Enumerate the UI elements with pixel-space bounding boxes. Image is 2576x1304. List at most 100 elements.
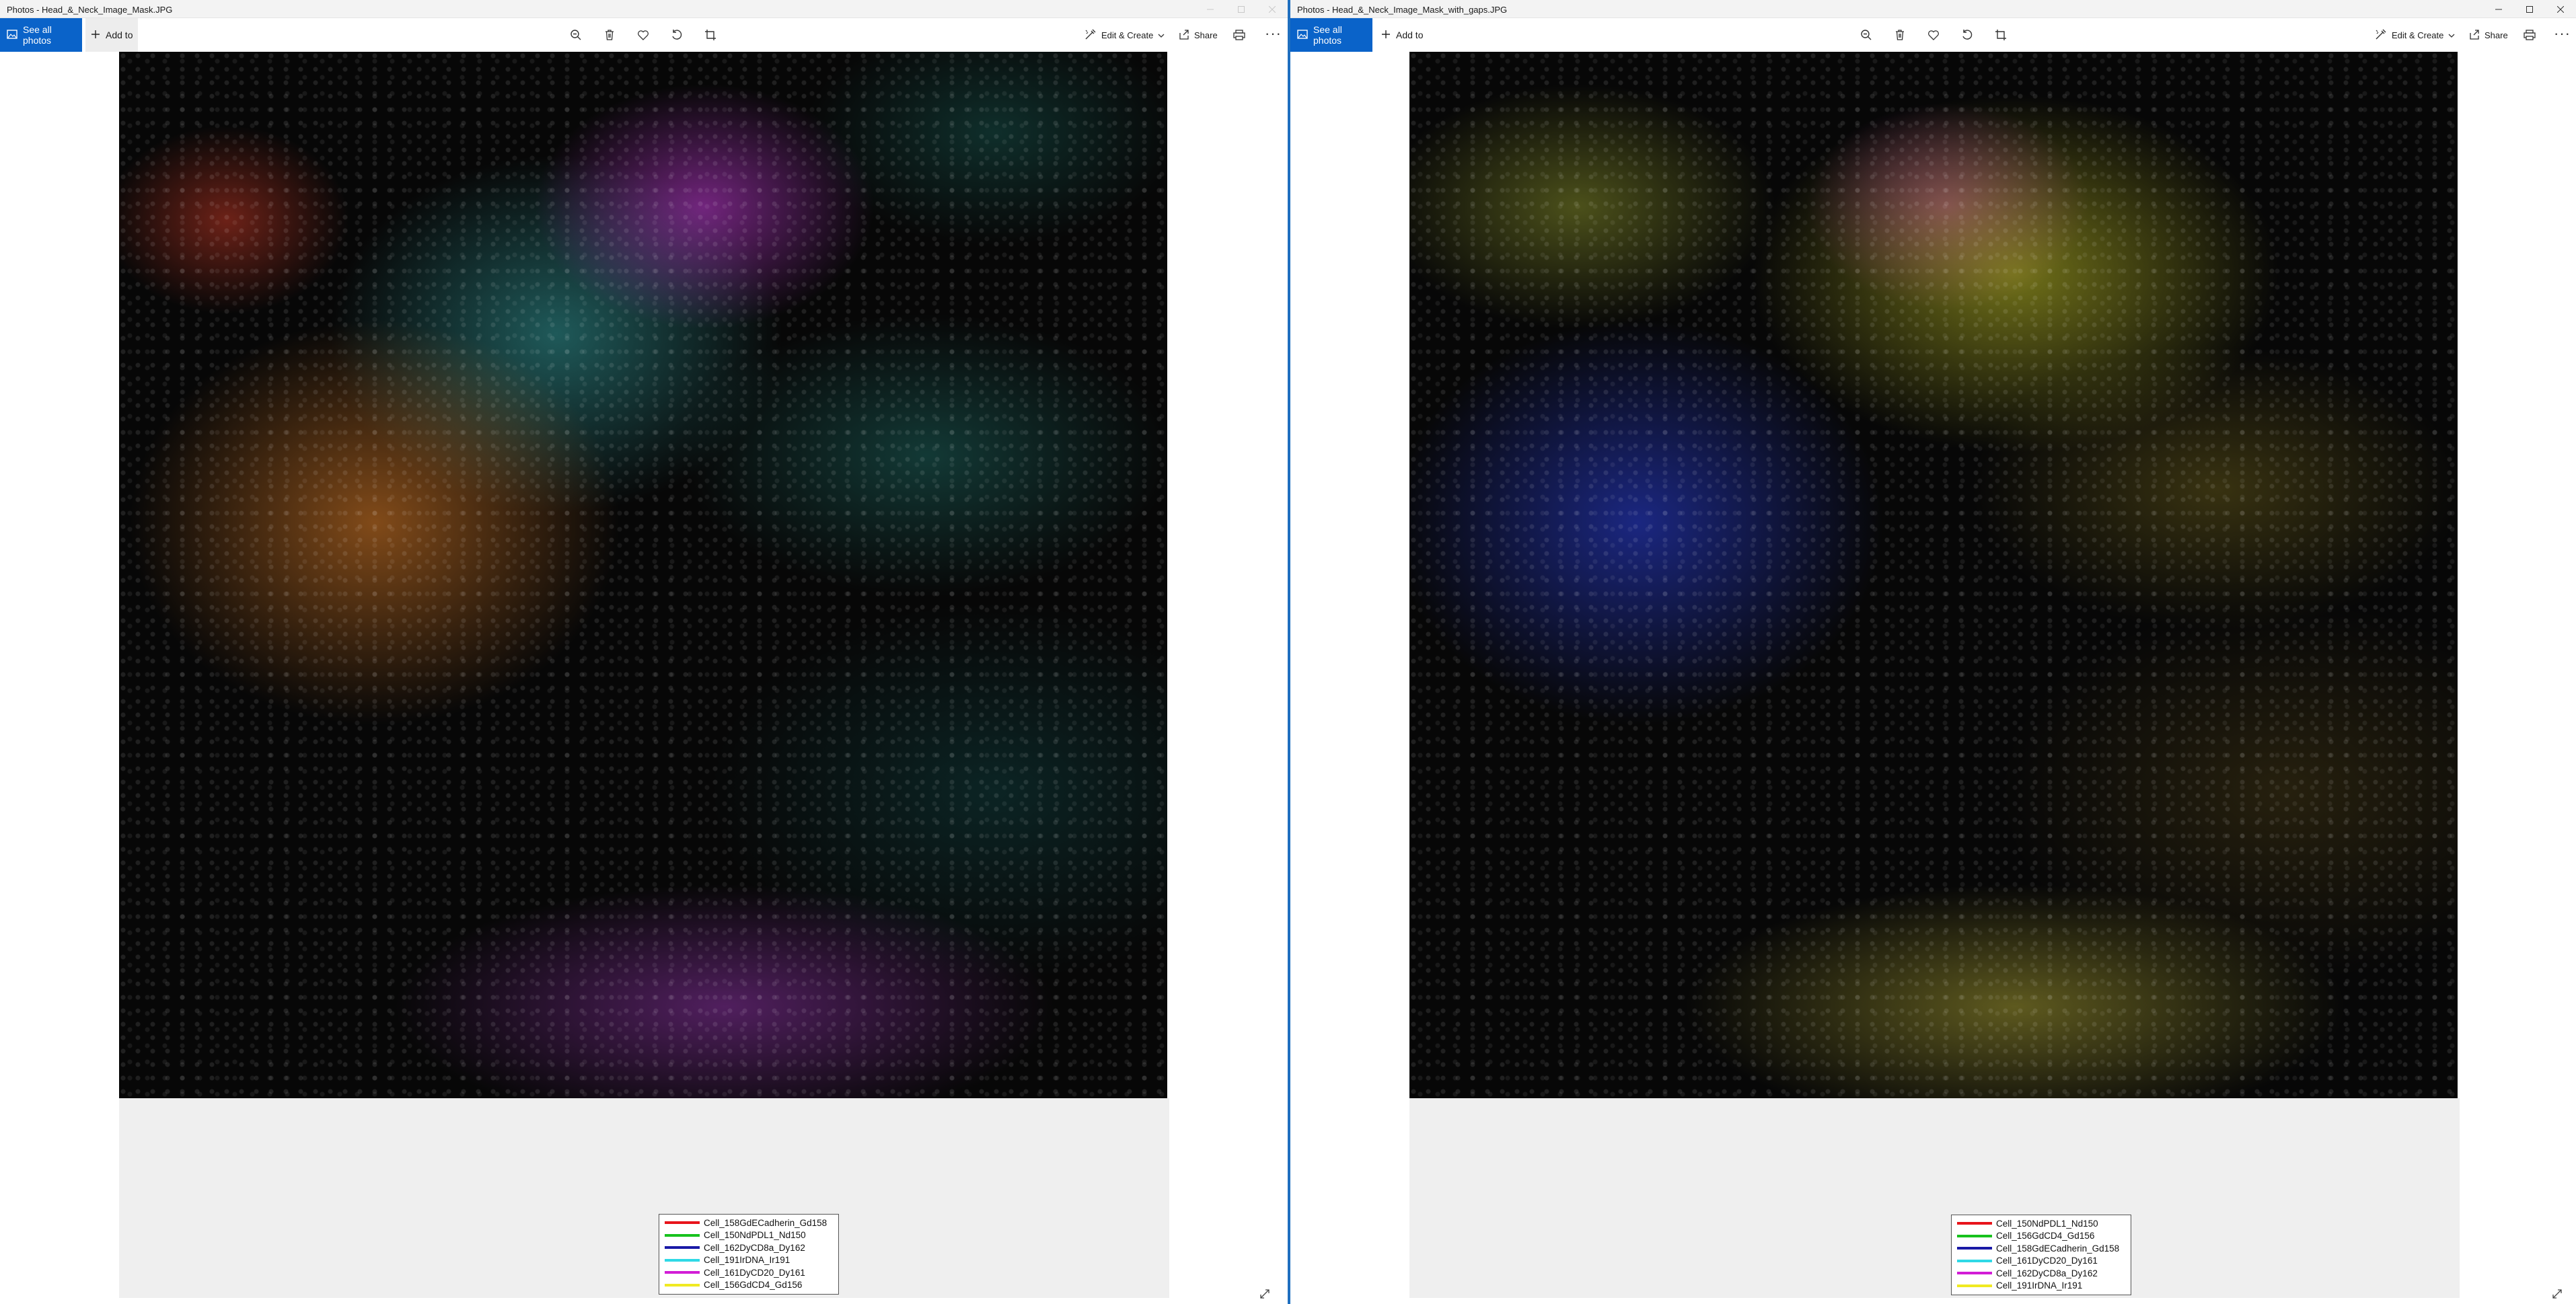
legend: Cell_150NdPDL1_Nd150 Cell_156GdCD4_Gd156… (1951, 1215, 2131, 1295)
see-all-photos-button[interactable]: See all photos (1290, 18, 1372, 52)
legend-item: Cell_158GdECadherin_Gd158 (665, 1217, 834, 1229)
legend-label: Cell_162DyCD8a_Dy162 (1996, 1268, 2098, 1278)
legend-swatch (1957, 1234, 1992, 1237)
rotate-icon[interactable] (668, 26, 686, 44)
edit-icon (1084, 28, 1097, 42)
photos-window-right: Photos - Head_&_Neck_Image_Mask_with_gap… (1290, 0, 2576, 1304)
plus-icon (1381, 30, 1391, 41)
see-all-label: See all photos (1313, 24, 1342, 46)
more-icon[interactable]: ··· (1265, 25, 1282, 42)
legend: Cell_158GdECadherin_Gd158 Cell_150NdPDL1… (659, 1214, 839, 1295)
microscopy-image[interactable] (119, 52, 1167, 1098)
window-title: Photos - Head_&_Neck_Image_Mask_with_gap… (1297, 5, 1508, 15)
image-background (1409, 1098, 2460, 1298)
legend-swatch (665, 1271, 700, 1274)
maximize-icon[interactable] (1226, 0, 1257, 18)
legend-label: Cell_150NdPDL1_Nd150 (704, 1230, 806, 1241)
photo-canvas[interactable]: Cell_158GdECadherin_Gd158 Cell_150NdPDL1… (0, 52, 1288, 1304)
legend-label: Cell_161DyCD20_Dy161 (704, 1267, 805, 1278)
legend-item: Cell_156GdCD4_Gd156 (665, 1279, 834, 1292)
legend-label: Cell_150NdPDL1_Nd150 (1996, 1218, 2098, 1229)
edit-create-label: Edit & Create (1101, 30, 1154, 40)
print-icon[interactable] (1230, 26, 1248, 44)
legend-label: Cell_162DyCD8a_Dy162 (704, 1242, 805, 1253)
legend-item: Cell_191IrDNA_Ir191 (1957, 1280, 2127, 1293)
share-label: Share (2485, 30, 2508, 40)
chevron-down-icon (1158, 30, 1165, 40)
legend-swatch (1957, 1222, 1992, 1225)
legend-label: Cell_158GdECadherin_Gd158 (1996, 1243, 2120, 1254)
photo-canvas[interactable]: Cell_150NdPDL1_Nd150 Cell_156GdCD4_Gd156… (1290, 52, 2576, 1304)
legend-item: Cell_191IrDNA_Ir191 (665, 1254, 834, 1267)
share-button[interactable]: Share (1179, 18, 1218, 52)
crop-icon[interactable] (1992, 26, 2010, 44)
legend-swatch (665, 1283, 700, 1287)
add-to-button[interactable]: Add to (85, 18, 139, 52)
legend-item: Cell_158GdECadherin_Gd158 (1957, 1242, 2127, 1255)
legend-label: Cell_158GdECadherin_Gd158 (704, 1217, 827, 1228)
legend-item: Cell_150NdPDL1_Nd150 (1957, 1217, 2127, 1230)
crop-icon[interactable] (702, 26, 719, 44)
window-title: Photos - Head_&_Neck_Image_Mask.JPG (7, 5, 173, 15)
legend-swatch (665, 1221, 700, 1225)
add-to-label: Add to (1396, 30, 1424, 40)
delete-icon[interactable] (601, 26, 618, 44)
title-bar: Photos - Head_&_Neck_Image_Mask.JPG (0, 0, 1288, 18)
legend-item: Cell_156GdCD4_Gd156 (1957, 1230, 2127, 1243)
heart-icon[interactable] (634, 26, 652, 44)
expand-icon[interactable] (2550, 1287, 2565, 1301)
legend-item: Cell_150NdPDL1_Nd150 (665, 1229, 834, 1242)
legend-label: Cell_191IrDNA_Ir191 (1996, 1280, 2083, 1291)
edit-create-button[interactable]: Edit & Create (2375, 18, 2455, 52)
title-bar: Photos - Head_&_Neck_Image_Mask_with_gap… (1290, 0, 2576, 18)
legend-label: Cell_156GdCD4_Gd156 (704, 1280, 803, 1291)
edit-icon (2375, 28, 2387, 42)
share-icon (2469, 29, 2480, 42)
rotate-icon[interactable] (1958, 26, 1976, 44)
share-button[interactable]: Share (2469, 18, 2508, 52)
share-icon (1179, 29, 1189, 42)
heart-icon[interactable] (1925, 26, 1942, 44)
legend-swatch (1957, 1284, 1992, 1287)
image-icon (7, 29, 17, 41)
legend-item: Cell_161DyCD20_Dy161 (665, 1266, 834, 1279)
toolbar: See all photos Add to Edit & Create Shar… (1290, 18, 2576, 52)
legend-swatch (1957, 1272, 1992, 1275)
close-icon[interactable] (1257, 0, 1288, 18)
zoom-icon[interactable] (567, 26, 585, 44)
edit-create-label: Edit & Create (2392, 30, 2444, 40)
share-label: Share (1194, 30, 1218, 40)
plus-icon (91, 30, 100, 41)
legend-label: Cell_161DyCD20_Dy161 (1996, 1256, 2098, 1266)
print-icon[interactable] (2521, 26, 2538, 44)
close-icon[interactable] (2545, 0, 2576, 18)
delete-icon[interactable] (1891, 26, 1909, 44)
maximize-icon[interactable] (2514, 0, 2545, 18)
chevron-down-icon (2448, 30, 2455, 40)
image-icon (1297, 29, 1308, 41)
see-all-label: See all photos (23, 24, 52, 46)
legend-swatch (1957, 1259, 1992, 1262)
legend-swatch (665, 1246, 700, 1250)
add-to-button[interactable]: Add to (1376, 18, 1429, 52)
see-all-photos-button[interactable]: See all photos (0, 18, 82, 52)
legend-swatch (1957, 1247, 1992, 1250)
legend-item: Cell_162DyCD8a_Dy162 (665, 1241, 834, 1254)
legend-item: Cell_162DyCD8a_Dy162 (1957, 1267, 2127, 1280)
add-to-label: Add to (106, 30, 133, 40)
legend-swatch (665, 1233, 700, 1237)
legend-label: Cell_191IrDNA_Ir191 (704, 1255, 790, 1266)
zoom-icon[interactable] (1857, 26, 1875, 44)
image-background (119, 1098, 1169, 1298)
minimize-icon[interactable] (2483, 0, 2514, 18)
expand-icon[interactable] (1257, 1287, 1272, 1301)
toolbar: See all photos Add to Edit & Create Shar… (0, 18, 1288, 52)
legend-label: Cell_156GdCD4_Gd156 (1996, 1231, 2095, 1241)
legend-item: Cell_161DyCD20_Dy161 (1957, 1255, 2127, 1268)
legend-swatch (665, 1258, 700, 1262)
edit-create-button[interactable]: Edit & Create (1084, 18, 1165, 52)
more-icon[interactable]: ··· (2554, 25, 2571, 42)
photos-window-left: Photos - Head_&_Neck_Image_Mask.JPG See … (0, 0, 1288, 1304)
microscopy-image[interactable] (1409, 52, 2458, 1098)
minimize-icon[interactable] (1195, 0, 1226, 18)
